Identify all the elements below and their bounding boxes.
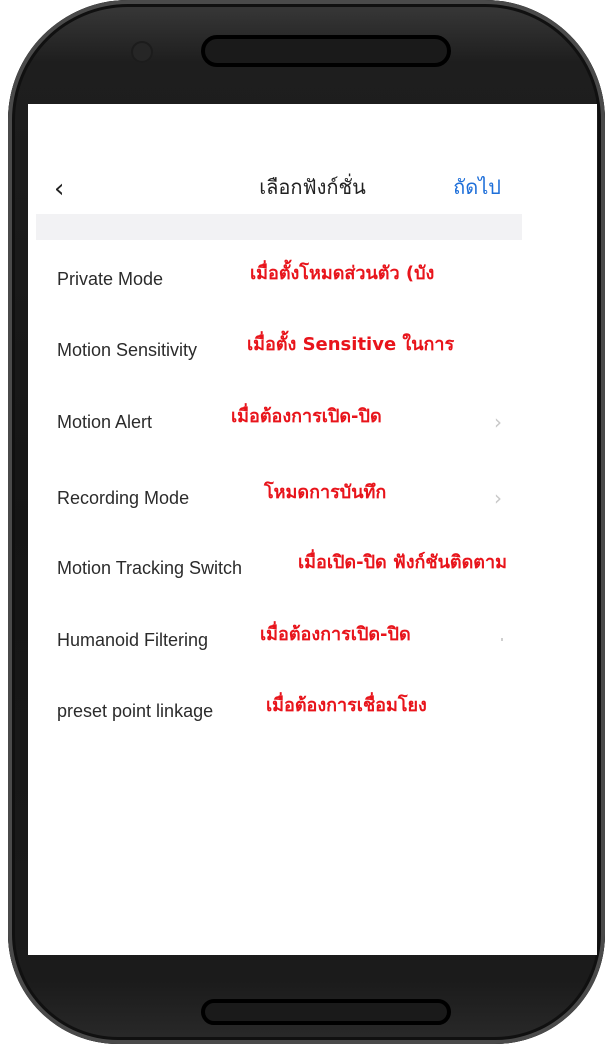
chevron-right-icon: ›	[494, 410, 502, 434]
annotation-note: เมื่อเปิด-ปิด ฟังก์ชันติดตาม	[298, 552, 507, 573]
row-motion-sensitivity[interactable]: Motion Sensitivity เมื่อตั้ง Sensitive ใ…	[28, 330, 597, 370]
row-label: Motion Tracking Switch	[57, 558, 243, 578]
row-label: Recording Mode	[57, 488, 190, 508]
annotation-note: เมื่อตั้งโหมดส่วนตัว (บัง	[250, 263, 435, 284]
annotation-note: โหมดการบันทึก	[264, 482, 387, 503]
row-label: Motion Sensitivity	[57, 340, 198, 360]
next-button[interactable]: ถัดไป	[453, 174, 501, 202]
top-bar: ‹ เลือกฟังก์ชั่น ถัดไป	[28, 164, 597, 214]
row-private-mode[interactable]: Private Mode เมื่อตั้งโหมดส่วนตัว (บัง	[28, 259, 597, 299]
row-preset-point-linkage[interactable]: preset point linkage เมื่อต้องการเชื่อมโ…	[28, 691, 597, 731]
row-label: Motion Alert	[57, 412, 153, 432]
section-divider	[36, 214, 522, 240]
row-motion-tracking-switch[interactable]: Motion Tracking Switch เมื่อเปิด-ปิด ฟัง…	[28, 548, 597, 588]
chevron-right-icon: ›	[494, 486, 502, 510]
row-recording-mode[interactable]: Recording Mode โหมดการบันทึก ›	[28, 478, 597, 518]
annotation-note: เมื่อตั้ง Sensitive ในการ	[247, 334, 455, 355]
home-button[interactable]	[201, 999, 451, 1025]
earpiece-speaker	[201, 35, 451, 67]
row-motion-alert[interactable]: Motion Alert เมื่อต้องการเปิด-ปิด ›	[28, 402, 597, 442]
row-label: Humanoid Filtering	[57, 630, 209, 650]
row-label: Private Mode	[57, 269, 164, 289]
front-camera	[131, 41, 153, 63]
page-title: เลือกฟังก์ชั่น	[259, 177, 366, 199]
row-humanoid-filtering[interactable]: Humanoid Filtering เมื่อต้องการเปิด-ปิด	[28, 620, 597, 660]
annotation-note: เมื่อต้องการเชื่อมโยง	[266, 695, 427, 716]
toggle-indicator[interactable]	[501, 638, 503, 641]
app-screen: ‹ เลือกฟังก์ชั่น ถัดไป Private Mode เมื่…	[28, 104, 597, 955]
row-label: preset point linkage	[57, 701, 214, 721]
annotation-note: เมื่อต้องการเปิด-ปิด	[231, 406, 382, 427]
annotation-note: เมื่อต้องการเปิด-ปิด	[260, 624, 411, 645]
